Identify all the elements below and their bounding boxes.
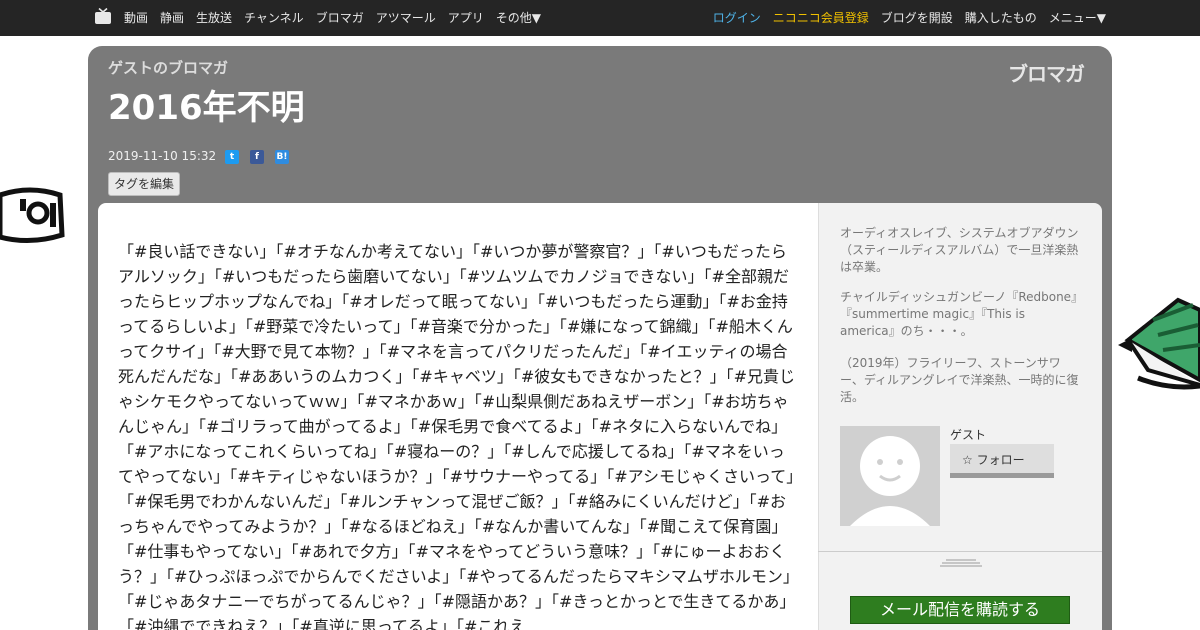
hatena-bookmark-icon[interactable]: B! <box>275 150 289 164</box>
default-avatar-icon <box>850 436 930 526</box>
purchased-link[interactable]: 購入したもの <box>965 11 1037 25</box>
star-icon: ☆ <box>962 453 973 467</box>
top-nav-bar: 動画 静画 生放送 チャンネル ブロマガ アツマール アプリ その他▼ ログイン… <box>0 0 1200 36</box>
nav-item-seiga[interactable]: 静画 <box>160 11 184 25</box>
article-body-text: 「#良い話できない」「#オチなんか考えてない」「#いつか夢が警察官？」「#いつも… <box>118 242 796 630</box>
nav-item-blomaga[interactable]: ブロマガ <box>316 11 364 25</box>
follow-button-label: フォロー <box>976 453 1025 467</box>
twitter-share-icon[interactable]: t <box>225 150 239 164</box>
profile-text-3: （2019年）フライリーフ、ストーンサワー、ディルアングレイで洋楽熱、一時的に復… <box>840 356 1079 404</box>
nav-item-douga[interactable]: 動画 <box>124 11 148 25</box>
login-link[interactable]: ログイン <box>713 11 761 25</box>
nav-left-menu: 動画 静画 生放送 チャンネル ブロマガ アツマール アプリ その他▼ <box>124 11 553 25</box>
profile-text-1: オーディオスレイブ、システムオブアダウン（スティールディスアルバム）で一旦洋楽熱… <box>840 226 1079 274</box>
open-blog-link[interactable]: ブログを開設 <box>881 11 953 25</box>
blog-name[interactable]: ゲストのブロマガ <box>108 57 228 78</box>
subscribe-mail-button[interactable]: メール配信を購読する <box>850 596 1070 624</box>
nav-item-other[interactable]: その他▼ <box>496 11 541 25</box>
menu-dropdown[interactable]: メニュー▼ <box>1049 11 1106 25</box>
sidebar-divider <box>818 551 1102 552</box>
post-date: 2019-11-10 15:32 <box>108 149 217 163</box>
edit-tags-button[interactable]: タグを編集 <box>108 172 180 196</box>
profile-text-2: チャイルディッシュガンビーノ『Redbone』『summertime magic… <box>840 290 1078 338</box>
decorative-pencil-icon <box>1118 297 1200 390</box>
register-link[interactable]: ニコニコ会員登録 <box>773 11 869 25</box>
collapse-handle-icon[interactable] <box>940 559 982 567</box>
facebook-share-icon[interactable]: f <box>250 150 264 164</box>
avatar[interactable] <box>840 426 940 526</box>
nav-item-live[interactable]: 生放送 <box>196 11 232 25</box>
nav-right-menu: ログイン ニコニコ会員登録 ブログを開設 購入したもの メニュー▼ <box>701 11 1106 25</box>
blomaga-logo[interactable]: ブロマガ <box>1008 58 1085 87</box>
follow-button[interactable]: ☆ フォロー <box>950 444 1054 478</box>
profile-user-name[interactable]: ゲスト <box>950 426 986 443</box>
nav-item-atsumaru[interactable]: アツマール <box>376 11 436 25</box>
nav-item-channel[interactable]: チャンネル <box>244 11 304 25</box>
decorative-logo-fragment <box>0 187 65 243</box>
nav-item-app[interactable]: アプリ <box>448 11 484 25</box>
niconico-tv-icon[interactable] <box>94 8 112 25</box>
article-title: 2016年不明 <box>108 88 305 128</box>
